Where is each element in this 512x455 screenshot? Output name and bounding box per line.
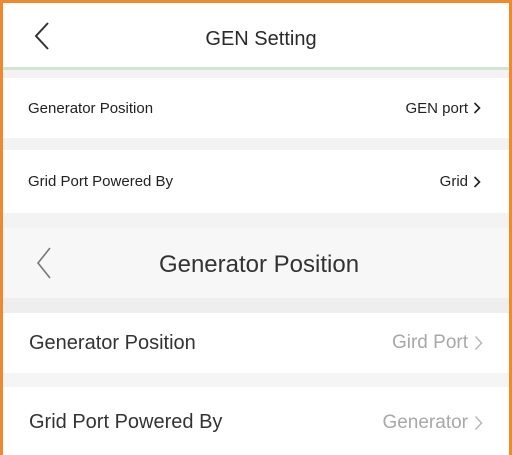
chevron-right-icon: [474, 335, 483, 351]
grid-port-powered-by-row[interactable]: Grid Port Powered By Generator: [3, 387, 509, 455]
row-value: Grid: [440, 173, 481, 190]
screenshot-frame: GEN Setting Generator Position GEN port …: [0, 0, 512, 455]
generator-position-screen: Generator Position Generator Position Gi…: [3, 228, 509, 455]
section-gap: [3, 213, 509, 228]
row-value: GEN port: [405, 100, 481, 117]
generator-position-value: GEN port: [405, 99, 468, 117]
grid-port-powered-by-row[interactable]: Grid Port Powered By Grid: [3, 150, 509, 213]
section-gap: [3, 138, 509, 150]
row-label: Generator Position: [29, 331, 196, 354]
generator-position-row[interactable]: Generator Position Gird Port: [3, 313, 509, 373]
generator-position-header: Generator Position: [3, 228, 509, 298]
page-title: Generator Position: [158, 251, 360, 278]
grid-port-powered-by-value: Generator: [382, 411, 468, 433]
chevron-right-icon: [473, 175, 481, 188]
page-title: GEN Setting: [205, 28, 317, 50]
row-value: Gird Port: [392, 332, 483, 354]
chevron-right-icon: [474, 415, 483, 431]
grid-port-powered-by-value: Grid: [439, 173, 468, 190]
section-gap: [3, 70, 509, 78]
section-gap: [3, 373, 509, 387]
row-label: Grid Port Powered By: [28, 173, 174, 190]
section-gap: [3, 298, 509, 313]
generator-position-value: Gird Port: [391, 332, 468, 353]
row-label: Generator Position: [28, 99, 154, 117]
chevron-right-icon: [473, 102, 481, 114]
gen-setting-screen: GEN Setting Generator Position GEN port …: [3, 3, 509, 228]
row-value: Generator: [382, 412, 483, 434]
gen-setting-header: GEN Setting: [3, 3, 509, 70]
generator-position-row[interactable]: Generator Position GEN port: [3, 78, 509, 138]
row-label: Grid Port Powered By: [29, 411, 223, 433]
